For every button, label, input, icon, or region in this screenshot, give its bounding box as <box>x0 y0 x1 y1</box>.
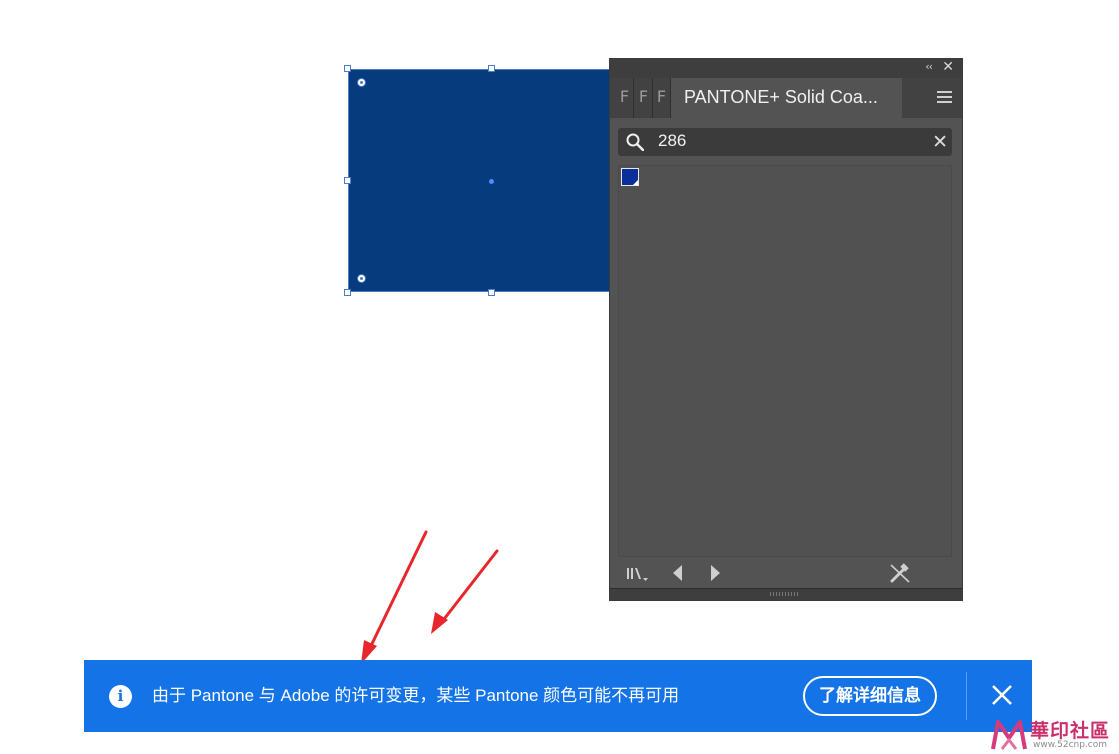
watermark: 華印社區 www.52cnp.com <box>990 716 1119 754</box>
learn-more-button[interactable]: 了解详细信息 <box>803 676 937 716</box>
watermark-text: 華印社區 <box>1030 720 1111 742</box>
info-icon: i <box>109 685 132 708</box>
watermark-url: www.52cnp.com <box>1033 740 1108 750</box>
watermark-logo <box>991 720 1027 750</box>
arrow-left <box>367 530 428 652</box>
close-icon[interactable] <box>990 683 1014 707</box>
license-change-notification: i 由于 Pantone 与 Adobe 的许可变更，某些 Pantone 颜色… <box>84 660 1032 732</box>
divider <box>966 672 967 720</box>
notification-message: 由于 Pantone 与 Adobe 的许可变更，某些 Pantone 颜色可能… <box>152 686 680 705</box>
annotation-arrows <box>361 530 499 664</box>
arrow-right <box>439 549 499 625</box>
